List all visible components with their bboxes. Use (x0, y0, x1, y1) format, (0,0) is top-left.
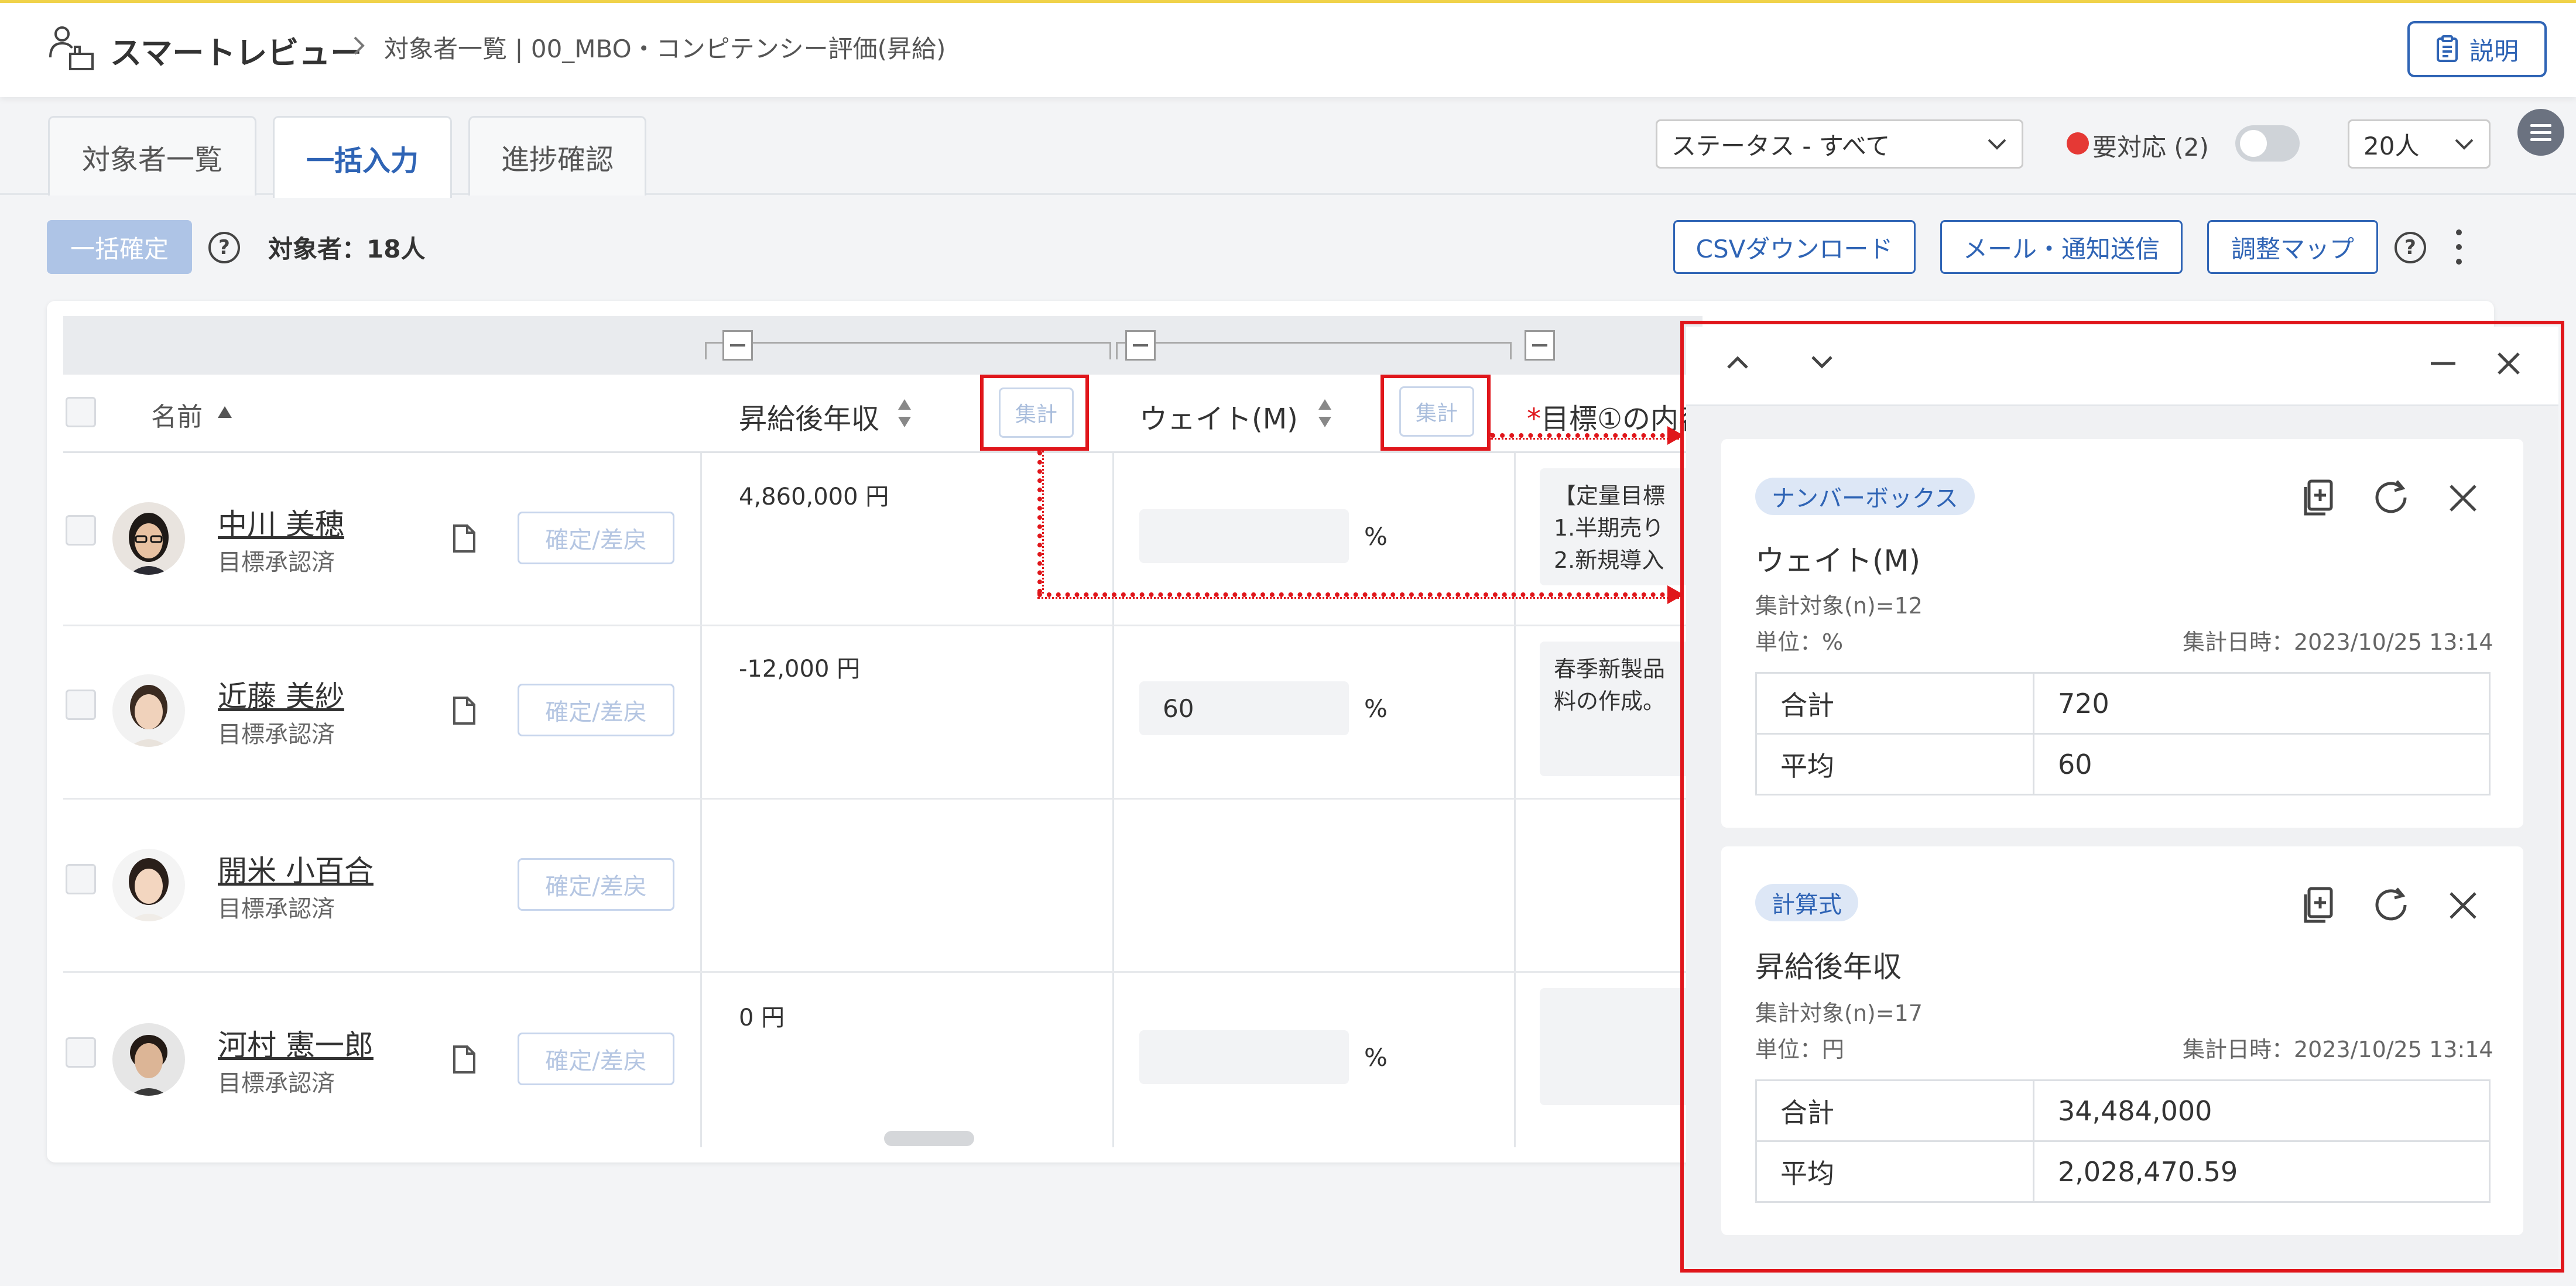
weight-input[interactable] (1139, 1030, 1349, 1084)
highlight-box (980, 375, 1089, 451)
group-bracket (1116, 342, 1512, 359)
help-question-icon[interactable]: ? (208, 232, 240, 263)
confirm-reject-button[interactable]: 確定/差戻 (518, 512, 674, 564)
sort-icon[interactable] (897, 398, 912, 428)
person-name-link[interactable]: 開米 小百合 (218, 848, 374, 890)
page-size-value: 20人 (2363, 131, 2420, 160)
percent-unit: % (1364, 694, 1388, 723)
chevron-down-icon (1988, 139, 2006, 150)
sort-asc-icon[interactable] (217, 405, 233, 419)
person-name-link[interactable]: 河村 憲一郎 (218, 1022, 374, 1064)
column-header-salary[interactable]: 昇給後年収 (739, 396, 879, 437)
goal-text[interactable] (1540, 988, 1692, 1105)
status-select-value: ステータス - すべて (1671, 131, 1890, 160)
breadcrumb: 対象者一覧 | 00_MBO・コンピテンシー評価(昇給) (384, 35, 946, 63)
confirm-reject-button[interactable]: 確定/差戻 (518, 684, 674, 736)
percent-unit: % (1364, 522, 1388, 551)
person-status: 目標承認済 (218, 1070, 335, 1097)
avatar (112, 849, 185, 921)
tab-target-list[interactable]: 対象者一覧 (48, 116, 256, 196)
help-button-label: 説明 (2469, 36, 2519, 66)
person-name-link[interactable]: 近藤 美紗 (218, 673, 344, 715)
salary-value: -12,000 円 (739, 656, 861, 683)
horizontal-scrollbar[interactable] (884, 1131, 974, 1146)
annotation-line (1037, 451, 1044, 594)
status-select[interactable]: ステータス - すべて (1656, 119, 2023, 169)
person-status: 目標承認済 (218, 721, 335, 748)
chevron-down-icon (2455, 139, 2474, 150)
column-header-name[interactable]: 名前 (151, 396, 203, 433)
help-button[interactable]: 説明 (2407, 21, 2547, 77)
salary-value: 0 円 (739, 1004, 785, 1031)
select-all-checkbox[interactable] (66, 397, 96, 427)
target-count: 対象者：18人 (268, 235, 426, 263)
help-question-icon[interactable]: ? (2395, 232, 2426, 263)
percent-unit: % (1364, 1043, 1388, 1072)
person-status: 目標承認済 (218, 896, 335, 923)
avatar (112, 1023, 185, 1096)
document-icon[interactable] (452, 1044, 477, 1075)
row-checkbox[interactable] (66, 690, 96, 720)
needs-action-label: 要対応 (2) (2092, 133, 2209, 162)
needs-action-toggle[interactable] (2235, 125, 2300, 162)
bulk-confirm-button[interactable]: 一括確定 (47, 220, 192, 274)
person-name-link[interactable]: 中川 美穂 (218, 501, 344, 543)
annotation-line (1491, 433, 1684, 440)
collapse-column-icon[interactable] (1525, 330, 1555, 361)
more-options-icon[interactable] (2453, 229, 2465, 265)
adjust-map-button[interactable]: 調整マップ (2207, 220, 2378, 274)
avatar (112, 674, 185, 747)
goal-text[interactable]: 春季新製品 料の作成。 (1540, 642, 1692, 776)
alert-dot-icon (2067, 132, 2089, 155)
avatar (112, 502, 185, 575)
column-header-weight[interactable]: ウェイト(M) (1139, 396, 1298, 437)
tab-progress[interactable]: 進捗確認 (468, 116, 646, 196)
mail-notify-button[interactable]: メール・通知送信 (1940, 220, 2183, 274)
side-menu-button[interactable] (2517, 109, 2564, 156)
highlight-box (1381, 375, 1491, 451)
row-checkbox[interactable] (66, 864, 96, 894)
row-checkbox[interactable] (66, 1037, 96, 1068)
csv-download-button[interactable]: CSVダウンロード (1673, 220, 1916, 274)
salary-value: 4,860,000 円 (739, 483, 889, 510)
breadcrumb-chevron-icon (354, 36, 365, 55)
confirm-reject-button[interactable]: 確定/差戻 (518, 858, 674, 911)
document-icon[interactable] (452, 695, 477, 726)
document-icon (2436, 35, 2458, 62)
collapse-column-icon[interactable] (1125, 330, 1156, 361)
tab-bulk-input[interactable]: 一括入力 (273, 116, 452, 198)
app-title[interactable]: スマートレビュー (110, 27, 362, 73)
group-bracket (705, 342, 1111, 359)
sort-icon[interactable] (1317, 398, 1332, 428)
highlight-box (1680, 321, 2564, 1273)
person-status: 目標承認済 (218, 549, 335, 576)
goal-text[interactable]: 【定量目標 1.半期売り 2.新規導入 (1540, 468, 1692, 585)
row-checkbox[interactable] (66, 515, 96, 546)
confirm-reject-button[interactable]: 確定/差戻 (518, 1033, 674, 1085)
annotation-line (1037, 592, 1684, 599)
collapse-column-icon[interactable] (722, 330, 753, 361)
weight-input[interactable]: 60 (1139, 681, 1349, 735)
weight-input[interactable] (1139, 509, 1349, 563)
review-people-icon (49, 26, 94, 70)
page-size-select[interactable]: 20人 (2348, 119, 2491, 169)
document-icon[interactable] (452, 523, 477, 554)
